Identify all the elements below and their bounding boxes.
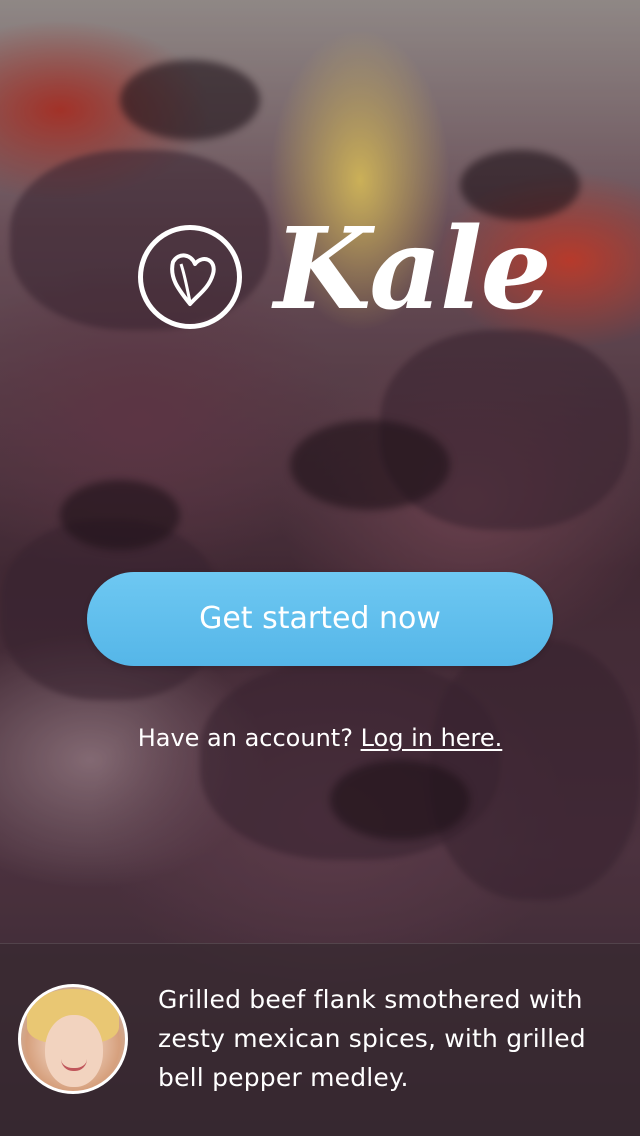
login-prompt-text: Have an account? [137,724,353,752]
get-started-button[interactable]: Get started now [87,572,553,666]
user-avatar[interactable] [18,984,128,1094]
kale-leaf-icon [138,225,242,329]
login-prompt-row: Have an account? Log in here. [0,716,640,760]
app-logo: Kale [136,205,552,345]
recipe-caption: Grilled beef flank smothered with zesty … [158,985,586,1092]
featured-recipe-bar: Grilled beef flank smothered with zesty … [0,943,640,1136]
logo-wordmark: Kale [274,204,552,335]
login-link[interactable]: Log in here. [361,724,503,752]
